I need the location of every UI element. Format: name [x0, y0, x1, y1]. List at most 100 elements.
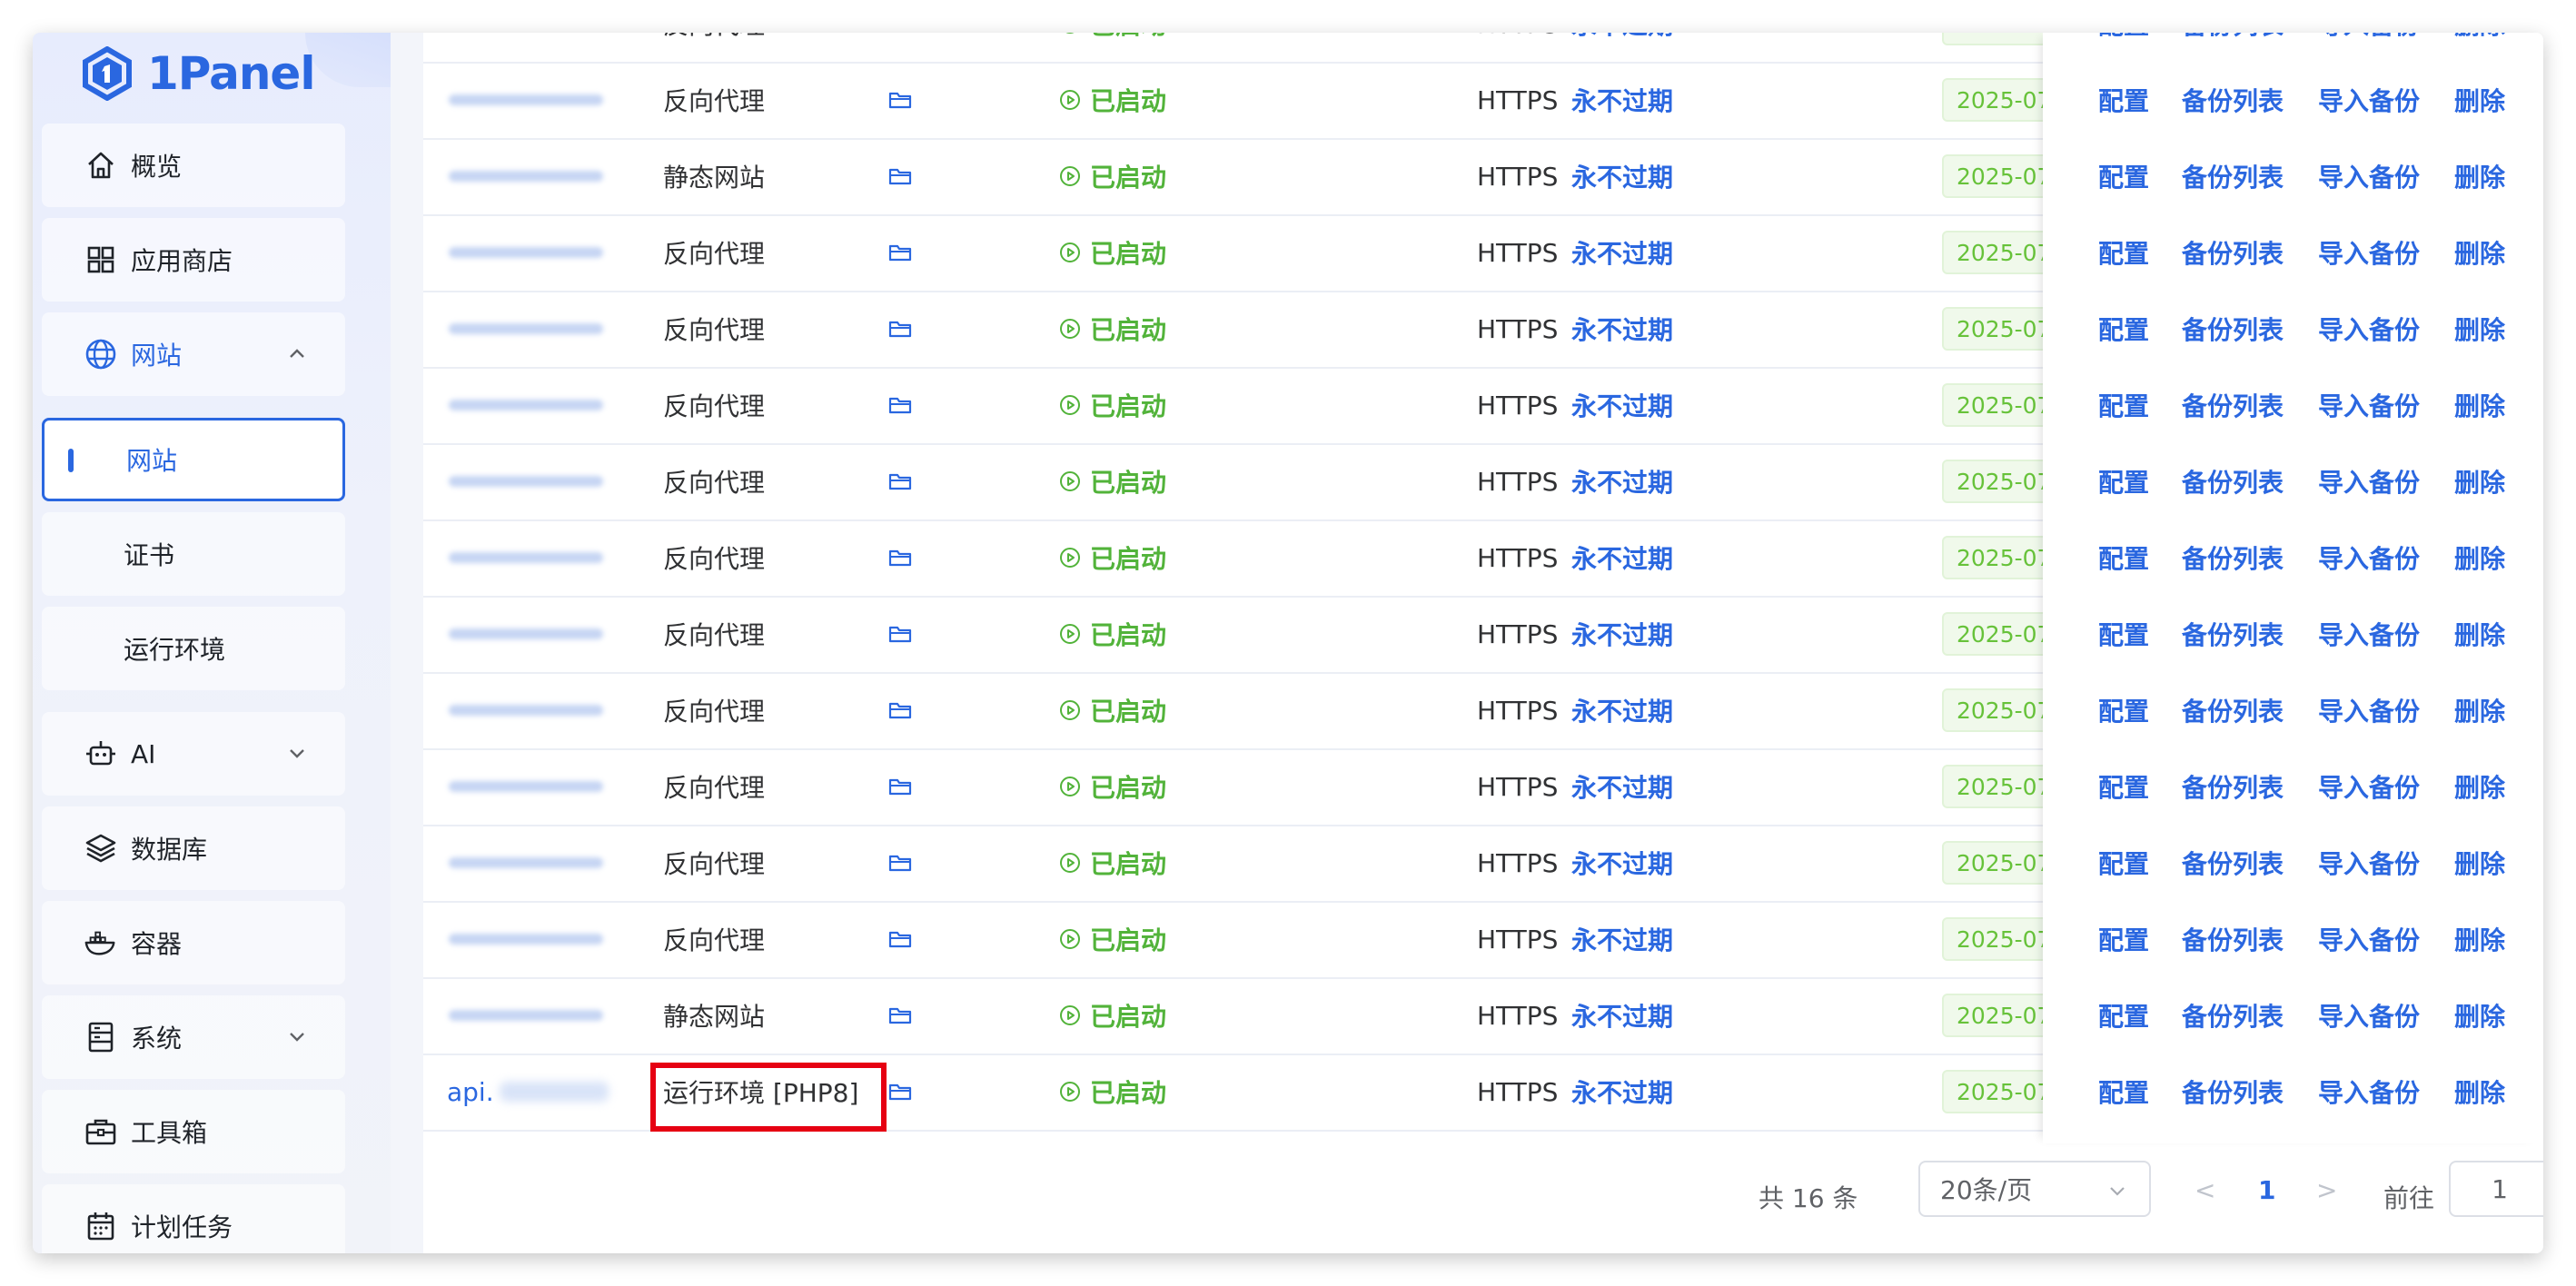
import-backup-button[interactable]: 导入备份 [2318, 845, 2420, 881]
sidebar-item-system[interactable]: 系统 [42, 995, 345, 1079]
config-button[interactable]: 配置 [2098, 921, 2149, 957]
config-button[interactable]: 配置 [2098, 33, 2149, 42]
folder-icon[interactable] [888, 138, 912, 214]
delete-button[interactable]: 删除 [2454, 997, 2505, 1034]
delete-button[interactable]: 删除 [2454, 616, 2505, 652]
expire-date[interactable]: 永不过期 [1571, 825, 1673, 901]
page-size-select[interactable]: 20条/页 [1918, 1161, 2151, 1217]
folder-icon[interactable] [888, 519, 912, 596]
config-button[interactable]: 配置 [2098, 387, 2149, 423]
sidebar-subitem-websites[interactable]: 网站 [42, 418, 345, 501]
folder-icon[interactable] [888, 443, 912, 519]
import-backup-button[interactable]: 导入备份 [2318, 921, 2420, 957]
domain-redacted[interactable] [449, 171, 603, 182]
folder-icon[interactable] [888, 62, 912, 138]
goto-page-input[interactable]: 1 [2449, 1161, 2543, 1217]
backup-list-button[interactable]: 备份列表 [2182, 158, 2284, 194]
prev-page-button[interactable]: < [2195, 1175, 2215, 1205]
status-running[interactable]: 已启动 [1059, 367, 1166, 443]
domain-redacted[interactable] [449, 323, 603, 334]
sidebar-item-app-store[interactable]: 应用商店 [42, 218, 345, 302]
backup-list-button[interactable]: 备份列表 [2182, 768, 2284, 805]
expire-date[interactable]: 永不过期 [1571, 367, 1673, 443]
sidebar-subitem-certificates[interactable]: 证书 [42, 512, 345, 596]
config-button[interactable]: 配置 [2098, 845, 2149, 881]
sidebar-subitem-runtime[interactable]: 运行环境 [42, 607, 345, 690]
import-backup-button[interactable]: 导入备份 [2318, 33, 2420, 42]
import-backup-button[interactable]: 导入备份 [2318, 768, 2420, 805]
backup-list-button[interactable]: 备份列表 [2182, 539, 2284, 576]
status-running[interactable]: 已启动 [1059, 33, 1166, 62]
delete-button[interactable]: 删除 [2454, 311, 2505, 347]
backup-list-button[interactable]: 备份列表 [2182, 997, 2284, 1034]
domain-redacted[interactable] [449, 476, 603, 487]
logo[interactable]: 1Panel [80, 33, 315, 114]
status-running[interactable]: 已启动 [1059, 138, 1166, 214]
status-running[interactable]: 已启动 [1059, 748, 1166, 825]
sidebar-item-toolbox[interactable]: 工具箱 [42, 1090, 345, 1173]
delete-button[interactable]: 删除 [2454, 463, 2505, 500]
backup-list-button[interactable]: 备份列表 [2182, 616, 2284, 652]
domain-link[interactable]: api. [447, 1054, 609, 1130]
expire-date[interactable]: 永不过期 [1571, 62, 1673, 138]
delete-button[interactable]: 删除 [2454, 539, 2505, 576]
delete-button[interactable]: 删除 [2454, 1073, 2505, 1110]
import-backup-button[interactable]: 导入备份 [2318, 158, 2420, 194]
expire-date[interactable]: 永不过期 [1571, 901, 1673, 977]
backup-list-button[interactable]: 备份列表 [2182, 311, 2284, 347]
expire-date[interactable]: 永不过期 [1571, 977, 1673, 1054]
config-button[interactable]: 配置 [2098, 997, 2149, 1034]
status-running[interactable]: 已启动 [1059, 596, 1166, 672]
status-running[interactable]: 已启动 [1059, 1054, 1166, 1130]
expire-date[interactable]: 永不过期 [1571, 596, 1673, 672]
folder-icon[interactable] [888, 291, 912, 367]
config-button[interactable]: 配置 [2098, 234, 2149, 271]
backup-list-button[interactable]: 备份列表 [2182, 387, 2284, 423]
delete-button[interactable]: 删除 [2454, 82, 2505, 118]
sidebar-item-ai[interactable]: AI [42, 712, 345, 796]
domain-redacted[interactable] [449, 552, 603, 563]
backup-list-button[interactable]: 备份列表 [2182, 692, 2284, 728]
expire-date[interactable]: 永不过期 [1571, 748, 1673, 825]
folder-icon[interactable] [888, 825, 912, 901]
import-backup-button[interactable]: 导入备份 [2318, 997, 2420, 1034]
import-backup-button[interactable]: 导入备份 [2318, 539, 2420, 576]
expire-date[interactable]: 永不过期 [1571, 1054, 1673, 1130]
backup-list-button[interactable]: 备份列表 [2182, 921, 2284, 957]
config-button[interactable]: 配置 [2098, 158, 2149, 194]
delete-button[interactable]: 删除 [2454, 387, 2505, 423]
backup-list-button[interactable]: 备份列表 [2182, 33, 2284, 42]
next-page-button[interactable]: > [2316, 1175, 2337, 1205]
expire-date[interactable]: 永不过期 [1571, 443, 1673, 519]
config-button[interactable]: 配置 [2098, 1073, 2149, 1110]
sidebar-item-database[interactable]: 数据库 [42, 806, 345, 890]
domain-redacted[interactable] [449, 781, 603, 792]
backup-list-button[interactable]: 备份列表 [2182, 82, 2284, 118]
domain-redacted[interactable] [449, 705, 603, 716]
expire-date[interactable]: 永不过期 [1571, 33, 1673, 62]
config-button[interactable]: 配置 [2098, 311, 2149, 347]
page-number-1[interactable]: 1 [2258, 1175, 2275, 1205]
status-running[interactable]: 已启动 [1059, 901, 1166, 977]
folder-icon[interactable] [888, 1054, 912, 1130]
delete-button[interactable]: 删除 [2454, 921, 2505, 957]
domain-redacted[interactable] [449, 1010, 603, 1021]
folder-icon[interactable] [888, 596, 912, 672]
folder-icon[interactable] [888, 367, 912, 443]
backup-list-button[interactable]: 备份列表 [2182, 1073, 2284, 1110]
delete-button[interactable]: 删除 [2454, 33, 2505, 42]
status-running[interactable]: 已启动 [1059, 291, 1166, 367]
config-button[interactable]: 配置 [2098, 692, 2149, 728]
import-backup-button[interactable]: 导入备份 [2318, 692, 2420, 728]
delete-button[interactable]: 删除 [2454, 234, 2505, 271]
config-button[interactable]: 配置 [2098, 616, 2149, 652]
import-backup-button[interactable]: 导入备份 [2318, 82, 2420, 118]
folder-icon[interactable] [888, 214, 912, 291]
status-running[interactable]: 已启动 [1059, 214, 1166, 291]
status-running[interactable]: 已启动 [1059, 62, 1166, 138]
expire-date[interactable]: 永不过期 [1571, 214, 1673, 291]
delete-button[interactable]: 删除 [2454, 845, 2505, 881]
import-backup-button[interactable]: 导入备份 [2318, 616, 2420, 652]
domain-redacted[interactable] [449, 247, 603, 258]
delete-button[interactable]: 删除 [2454, 692, 2505, 728]
